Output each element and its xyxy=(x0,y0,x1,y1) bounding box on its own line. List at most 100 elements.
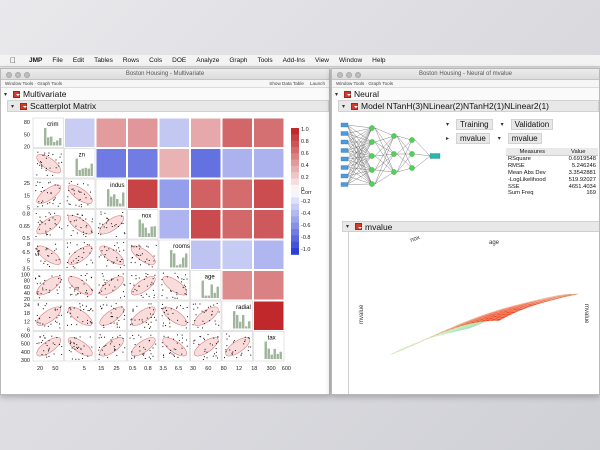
scatter-point xyxy=(113,345,115,347)
histogram-bar xyxy=(153,226,156,237)
disclosure-icon[interactable]: ▸ xyxy=(446,135,452,142)
menu-help[interactable]: Help xyxy=(367,57,390,64)
scatter-point xyxy=(114,225,116,227)
scatter-point xyxy=(48,355,50,357)
show-data-table-link[interactable]: Show Data Table xyxy=(269,81,304,86)
scatter-point xyxy=(100,213,102,215)
scatter-point xyxy=(44,279,46,281)
scatter-point xyxy=(77,259,79,261)
scatter-point xyxy=(51,335,53,337)
disclosure-icon[interactable]: ▾ xyxy=(498,135,504,142)
red-triangle-menu-icon[interactable] xyxy=(344,90,351,98)
menu-view[interactable]: View xyxy=(310,57,334,64)
menu-graph[interactable]: Graph xyxy=(224,57,252,64)
minimize-button[interactable] xyxy=(346,71,352,78)
red-triangle-menu-icon[interactable] xyxy=(13,90,20,98)
surface-plot[interactable]: nox age mvalue mvalue xyxy=(349,232,599,395)
scatter-point xyxy=(142,354,144,356)
scatter-point xyxy=(98,358,100,360)
scatter-point xyxy=(37,253,39,255)
disclosure-icon[interactable]: ▾ xyxy=(501,121,507,128)
scatter-point xyxy=(38,297,40,299)
outline-model[interactable]: ▾ Model NTanH(3)NLinear(2)NTanH2(1)NLine… xyxy=(338,100,599,112)
scatter-point xyxy=(154,316,156,318)
zoom-button[interactable] xyxy=(355,71,361,78)
scatter-point xyxy=(92,262,94,264)
scatter-point xyxy=(103,226,105,228)
scatter-point xyxy=(150,334,152,336)
training-outline[interactable]: ▾ Training ▾ Validation ▸ mvalue ▾ mvalu… xyxy=(446,119,554,144)
launch-link[interactable]: Launch xyxy=(310,81,325,86)
matrix-cell xyxy=(158,178,190,209)
menu-rows[interactable]: Rows xyxy=(118,57,144,64)
validation-label[interactable]: Validation xyxy=(510,119,554,130)
neural-window: Boston Housing - Neural of mvalue Window… xyxy=(331,68,600,395)
training-label[interactable]: Training xyxy=(456,119,493,130)
red-triangle-menu-icon[interactable] xyxy=(20,102,27,110)
red-triangle-menu-icon[interactable] xyxy=(351,102,358,110)
zoom-button[interactable] xyxy=(24,71,30,78)
disclosure-icon[interactable]: ▾ xyxy=(342,103,348,110)
histogram-bar xyxy=(248,321,251,329)
histogram-bar xyxy=(75,158,78,176)
disclosure-icon[interactable]: ▾ xyxy=(335,91,341,98)
scatter-point xyxy=(147,246,149,248)
scatter-point xyxy=(203,323,205,325)
scatter-point xyxy=(60,281,62,283)
histogram-bar xyxy=(141,223,144,237)
outline-scatterplot-matrix[interactable]: ▾ Scatterplot Matrix xyxy=(7,100,329,112)
y-tick-label: 60 xyxy=(24,285,30,291)
validation-mvalue-outline[interactable]: mvalue xyxy=(507,133,542,144)
window-titlebar[interactable]: Boston Housing - Neural of mvalue xyxy=(332,69,599,80)
menu-doe[interactable]: DOE xyxy=(167,57,191,64)
scatter-point xyxy=(108,284,110,286)
menu-jmp[interactable]: JMP xyxy=(24,57,47,64)
scatter-point xyxy=(170,308,172,310)
scatter-point xyxy=(55,167,57,169)
outline-neural[interactable]: ▾ Neural xyxy=(332,88,599,100)
scatter-point xyxy=(119,344,121,346)
outline-multivariate[interactable]: ▾ Multivariate xyxy=(1,88,329,100)
menu-tools[interactable]: Tools xyxy=(252,57,277,64)
scatter-point xyxy=(36,343,38,345)
disclosure-icon[interactable]: ▾ xyxy=(4,91,10,98)
scatterplot-matrix[interactable]: crim zn indus nox rooms age radial tax 80 50 20 25 1… xyxy=(1,112,330,395)
surface-plot-frame[interactable]: nox age mvalue mvalue xyxy=(348,231,599,395)
colorbar-swatch xyxy=(291,165,299,173)
menu-edit[interactable]: Edit xyxy=(68,57,89,64)
scatter-point xyxy=(213,353,215,355)
scatter-point xyxy=(45,289,47,291)
toolbar-tools-link[interactable]: Window Tools · Graph Tools xyxy=(5,81,62,86)
toolbar-tools-link[interactable]: Window Tools · Graph Tools xyxy=(336,81,393,86)
menu-window[interactable]: Window xyxy=(334,57,367,64)
scatter-point xyxy=(178,340,180,342)
menu-analyze[interactable]: Analyze xyxy=(191,57,224,64)
menu-file[interactable]: File xyxy=(47,57,67,64)
scatter-point xyxy=(89,191,91,193)
close-button[interactable] xyxy=(337,71,343,78)
histogram-bar xyxy=(276,353,279,359)
menu-addins[interactable]: Add-Ins xyxy=(278,57,310,64)
window-titlebar[interactable]: Boston Housing - Multivariate xyxy=(1,69,329,80)
menu-cols[interactable]: Cols xyxy=(144,57,167,64)
scatter-point xyxy=(170,352,172,354)
red-triangle-menu-icon[interactable] xyxy=(355,223,362,230)
scatter-point xyxy=(176,306,178,308)
menu-tables[interactable]: Tables xyxy=(89,57,118,64)
scatter-point xyxy=(70,316,72,318)
scatter-point xyxy=(204,339,206,341)
minimize-button[interactable] xyxy=(15,71,21,78)
histogram-bar xyxy=(113,194,116,207)
scatter-point xyxy=(68,253,70,255)
disclosure-icon[interactable]: ▾ xyxy=(11,103,17,110)
close-button[interactable] xyxy=(6,71,12,78)
disclosure-icon[interactable]: ▾ xyxy=(446,121,452,128)
scatter-point xyxy=(152,278,154,280)
scatter-point xyxy=(58,278,60,280)
training-mvalue-outline[interactable]: mvalue xyxy=(456,133,490,144)
input-node xyxy=(340,139,349,145)
variable-label: rooms xyxy=(173,244,190,250)
apple-menu-icon[interactable]:  xyxy=(10,56,18,65)
disclosure-icon[interactable]: ▾ xyxy=(346,223,352,230)
scatter-point xyxy=(44,305,46,307)
